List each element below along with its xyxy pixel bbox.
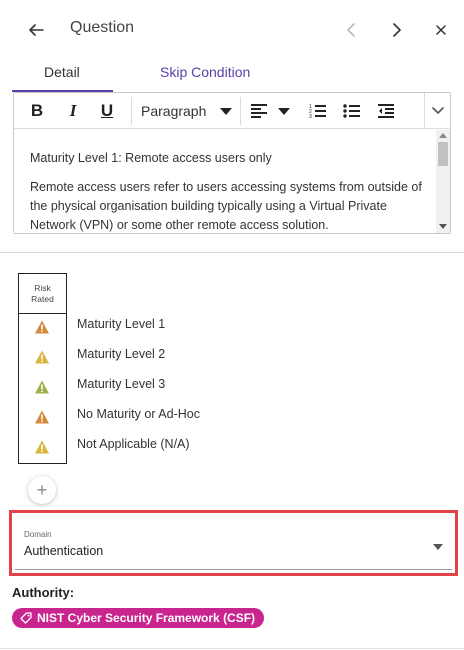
toolbar-more-button[interactable]: [426, 99, 450, 123]
toolbar-divider: [424, 93, 425, 128]
paragraph-format-value: Paragraph: [141, 103, 207, 119]
tab-detail[interactable]: Detail: [44, 64, 80, 80]
tab-skip-condition[interactable]: Skip Condition: [160, 64, 250, 80]
scroll-thumb[interactable]: [438, 142, 448, 166]
authority-label: Authority:: [12, 585, 75, 600]
risk-header-line: Rated: [31, 294, 54, 304]
risk-option-label: Not Applicable (N/A): [77, 437, 190, 451]
editor-paragraph: Maturity Level 1: Remote access users on…: [30, 151, 272, 165]
toolbar-divider: [131, 97, 132, 125]
back-button[interactable]: [24, 18, 48, 42]
risk-rated-header: Risk Rated: [19, 274, 66, 314]
risk-option-row[interactable]: Maturity Level 3: [18, 373, 438, 403]
next-button[interactable]: [384, 18, 408, 42]
align-left-icon: [251, 104, 267, 118]
outdent-icon: [378, 104, 394, 118]
underline-button[interactable]: U: [98, 99, 116, 123]
alignment-select[interactable]: [250, 99, 290, 123]
risk-option-label: Maturity Level 3: [77, 377, 166, 391]
warning-icon: [34, 349, 50, 365]
chevron-left-icon: [347, 23, 355, 37]
outdent-button[interactable]: [376, 99, 396, 123]
italic-button[interactable]: I: [64, 99, 82, 123]
risk-option-label: Maturity Level 2: [77, 347, 166, 361]
bulleted-list-icon: [343, 104, 360, 118]
bold-button[interactable]: B: [28, 99, 46, 123]
arrow-left-icon: [29, 24, 44, 36]
section-divider: [0, 252, 464, 253]
toolbar-divider: [240, 97, 241, 125]
chevron-right-icon: [393, 23, 401, 37]
tab-bar: Detail Skip Condition: [0, 58, 464, 92]
warning-icon: [34, 409, 50, 425]
risk-option-row[interactable]: Not Applicable (N/A): [18, 433, 438, 463]
editor-scrollbar[interactable]: [436, 130, 450, 233]
bottom-divider: [0, 648, 464, 649]
caret-down-icon: [278, 107, 290, 115]
close-icon: [436, 25, 446, 35]
domain-value: Authentication: [24, 544, 104, 558]
numbered-list-button[interactable]: 123: [308, 99, 328, 123]
authority-chip[interactable]: NIST Cyber Security Framework (CSF): [12, 608, 265, 628]
domain-highlight-box: Domain Authentication: [9, 510, 458, 576]
domain-select[interactable]: Domain Authentication: [15, 526, 452, 570]
rich-text-editor: B I U Paragraph 123 Maturity Level 1: Re…: [13, 92, 451, 234]
editor-toolbar: B I U Paragraph 123: [14, 93, 450, 129]
domain-label: Domain: [24, 530, 52, 539]
svg-text:3: 3: [309, 114, 312, 119]
editor-paragraph: Remote access users refer to users acces…: [30, 180, 422, 232]
risk-option-row[interactable]: Maturity Level 1: [18, 313, 438, 343]
risk-option-label: No Maturity or Ad-Hoc: [77, 407, 200, 421]
warning-icon: [34, 319, 50, 335]
tag-icon: [20, 612, 32, 624]
page-title: Question: [70, 19, 135, 36]
warning-icon: [34, 439, 50, 455]
previous-button[interactable]: [340, 18, 364, 42]
chevron-down-icon: [432, 107, 444, 114]
add-option-button[interactable]: +: [28, 476, 56, 504]
scroll-up-arrow-icon[interactable]: [439, 133, 447, 138]
dialog-header: Question: [0, 0, 464, 60]
caret-down-icon: [220, 107, 233, 115]
editor-content[interactable]: Maturity Level 1: Remote access users on…: [14, 130, 436, 233]
warning-icon: [34, 379, 50, 395]
risk-header-line: Risk: [34, 283, 51, 293]
paragraph-format-select[interactable]: Paragraph: [141, 99, 233, 123]
authority-chip-label: NIST Cyber Security Framework (CSF): [37, 611, 256, 625]
close-button[interactable]: [429, 18, 453, 42]
risk-option-row[interactable]: No Maturity or Ad-Hoc: [18, 403, 438, 433]
numbered-list-icon: 123: [309, 104, 326, 119]
risk-option-row[interactable]: Maturity Level 2: [18, 343, 438, 373]
scroll-down-arrow-icon[interactable]: [439, 224, 447, 229]
risk-option-label: Maturity Level 1: [77, 317, 166, 331]
bulleted-list-button[interactable]: [342, 99, 362, 123]
caret-down-icon: [433, 544, 443, 550]
